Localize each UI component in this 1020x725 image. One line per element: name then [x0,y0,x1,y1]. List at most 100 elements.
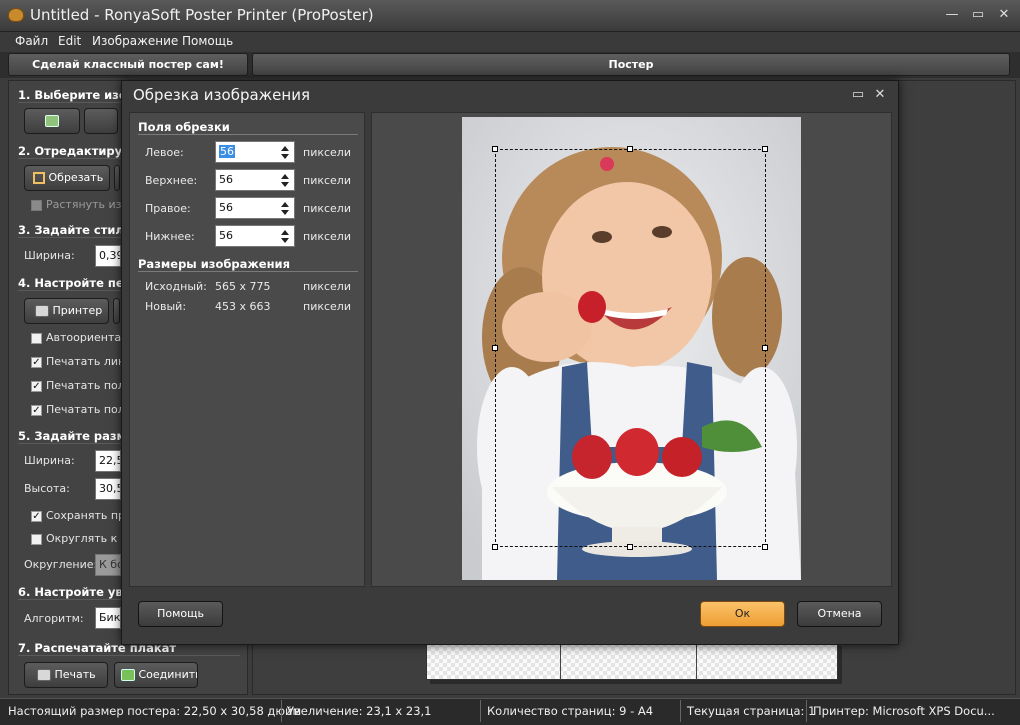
status-separator [480,700,481,722]
poster-width-label: Ширина: [24,454,75,467]
crop-handle-top[interactable] [627,146,633,152]
poster-page-preview[interactable] [426,642,838,680]
section-style: 3. Задайте стиль [18,223,132,237]
menu-image[interactable]: Изображение [92,34,178,48]
width-label: Ширина: [24,249,75,262]
dialog-close-button[interactable]: ✕ [868,86,892,104]
keep-proportions-checkbox[interactable]: ✓ [31,511,42,522]
top-margin-label: Верхнее: [145,174,198,187]
paste-button[interactable] [84,108,118,134]
status-poster-size: Настоящий размер постера: 22,50 x 30,58 … [8,704,302,718]
printer-icon [37,669,51,681]
crop-handle-bottom-right[interactable] [762,544,768,550]
bottom-margin-spinner[interactable] [276,226,294,246]
new-size-label: Новый: [145,300,187,313]
right-margin-spinner[interactable] [276,198,294,218]
left-margin-unit: пиксели [303,146,351,159]
help-button[interactable]: Помощь [138,601,223,627]
print-fields-checkbox[interactable]: ✓ [31,405,42,416]
crop-rectangle[interactable] [495,149,766,547]
top-margin-spinner[interactable] [276,170,294,190]
keep-proportions-label: Сохранять про [46,509,132,522]
rounding-select[interactable]: К бо [95,554,121,576]
original-size-label: Исходный: [145,280,207,293]
print-button[interactable]: Печать [24,662,108,688]
status-current-page: Текущая страница: 1 [687,704,816,718]
maximize-button[interactable]: ▭ [966,6,990,24]
original-size-unit: пиксели [303,280,351,293]
status-separator [680,700,681,722]
printer-icon [35,305,49,317]
crop-fields-title: Поля обрезки [138,120,230,134]
stretch-checkbox[interactable] [31,200,42,211]
menu-file[interactable]: Файл [15,34,48,48]
left-margin-spinner[interactable] [276,142,294,162]
right-margin-unit: пиксели [303,202,351,215]
auto-orientation-label: Автоориентац [46,331,129,344]
menu-help[interactable]: Помощь [182,34,233,48]
divider [138,134,358,135]
page-divider [560,642,561,680]
top-margin-unit: пиксели [303,174,351,187]
crop-handle-top-right[interactable] [762,146,768,152]
edit-more-button[interactable] [114,165,120,191]
algorithm-label: Алгоритм: [24,612,84,625]
status-page-count: Количество страниц: 9 - A4 [487,704,654,718]
open-image-button[interactable] [24,108,80,134]
poster-height-input[interactable]: 30,5 [95,478,121,500]
print-margins-label: Печатать поля [46,379,132,392]
image-sizes-title: Размеры изображения [138,257,290,271]
status-separator [806,700,807,722]
crop-button[interactable]: Обрезать [24,165,110,191]
minimize-button[interactable]: — [940,6,964,24]
join-button[interactable]: Соединить [114,662,198,688]
print-lines-checkbox[interactable]: ✓ [31,357,42,368]
cancel-button[interactable]: Отмена [797,601,882,627]
app-butterfly-icon [8,8,24,22]
make-poster-tab[interactable]: Сделай классный постер сам! [8,53,248,76]
print-margins-checkbox[interactable]: ✓ [31,381,42,392]
algorithm-select[interactable]: Бику [95,607,121,629]
left-margin-label: Левое: [145,146,184,159]
status-zoom: Увеличение: 23,1 x 23,1 [287,704,432,718]
section-edit: 2. Отредактируйт [18,144,137,158]
poster-tab[interactable]: Постер [252,53,1010,76]
crop-handle-left[interactable] [492,345,498,351]
print-lines-label: Печатать лини [46,355,133,368]
right-margin-label: Правое: [145,202,191,215]
divider [138,271,358,272]
dialog-maximize-button[interactable]: ▭ [846,86,870,104]
rounding-label: Округление: [24,558,98,571]
print-options-button[interactable] [113,298,120,324]
join-button-label: Соединить [138,668,198,681]
menu-edit[interactable]: Edit [58,34,81,48]
close-button[interactable]: ✕ [992,6,1016,24]
section-select-image: 1. Выберите изоб [18,88,135,102]
bottom-margin-unit: пиксели [303,230,351,243]
printer-button[interactable]: Принтер [24,298,109,324]
printer-button-label: Принтер [52,304,103,317]
width-input[interactable]: 0,39 [95,245,121,267]
crop-handle-bottom-left[interactable] [492,544,498,550]
print-button-label: Печать [54,668,96,681]
window-title: Untitled - RonyaSoft Poster Printer (Pro… [30,6,374,24]
status-printer: Принтер: Microsoft XPS Docu... [813,704,995,718]
bottom-margin-label: Нижнее: [145,230,195,243]
auto-orientation-checkbox[interactable] [31,333,42,344]
page-divider [696,642,697,680]
crop-handle-bottom[interactable] [627,544,633,550]
poster-width-input[interactable]: 22,5 [95,450,121,472]
original-size-value: 565 x 775 [215,280,271,293]
dialog-title: Обрезка изображения [133,86,310,104]
ok-button[interactable]: Ок [700,601,785,627]
image-icon [45,115,59,127]
crop-icon [33,172,45,184]
crop-handle-top-left[interactable] [492,146,498,152]
status-separator [281,700,282,722]
stretch-label: Растянуть изо [46,198,129,211]
section-size: 5. Задайте разме [18,429,134,443]
left-margin-value: 56 [219,145,235,158]
join-icon [121,669,135,681]
round-checkbox[interactable] [31,534,42,545]
crop-handle-right[interactable] [762,345,768,351]
